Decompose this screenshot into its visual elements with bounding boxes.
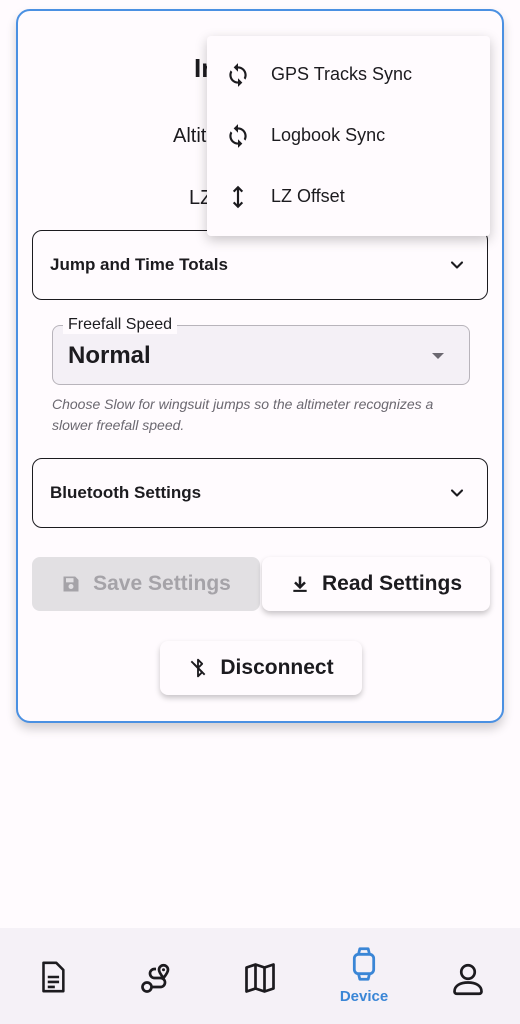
download-icon xyxy=(293,576,307,592)
bluetooth-disabled-icon xyxy=(191,658,206,678)
chevron-down-icon xyxy=(450,261,464,269)
nav-device[interactable]: Device xyxy=(312,928,416,1024)
disconnect-button[interactable]: Disconnect xyxy=(160,641,362,695)
nav-device-label: Device xyxy=(339,988,389,1005)
read-settings-label: Read Settings xyxy=(321,572,463,595)
jump-time-totals-label: Jump and Time Totals xyxy=(50,255,228,274)
altitude-text: Altit xyxy=(173,125,207,147)
chevron-down-icon xyxy=(450,489,464,497)
bottom-navigation: Device xyxy=(0,928,520,1024)
freefall-speed-value[interactable]: Normal xyxy=(68,342,151,370)
save-settings-button[interactable]: Save Settings xyxy=(32,557,260,611)
menu-item-lz-offset[interactable]: LZ Offset xyxy=(207,166,490,227)
read-settings-button[interactable]: Read Settings xyxy=(262,557,490,611)
watch-icon xyxy=(352,947,376,981)
logbook-icon xyxy=(42,961,65,993)
menu-item-label: LZ Offset xyxy=(271,186,345,206)
vertical-arrows-icon xyxy=(232,185,244,208)
menu-item-label: Logbook Sync xyxy=(271,125,386,145)
bluetooth-settings-label: Bluetooth Settings xyxy=(50,483,202,502)
save-icon xyxy=(63,576,79,592)
sync-icon xyxy=(229,123,247,148)
nav-profile[interactable] xyxy=(416,928,520,1024)
dropdown-arrow-icon[interactable] xyxy=(430,351,446,361)
freefall-speed-label: Freefall Speed xyxy=(63,316,178,334)
jump-time-totals-expander[interactable]: Jump and Time Totals xyxy=(32,230,488,300)
tracks-icon xyxy=(141,963,170,993)
menu-item-gps-tracks-sync[interactable]: GPS Tracks Sync xyxy=(207,44,490,105)
nav-map[interactable] xyxy=(208,928,312,1024)
menu-item-label: GPS Tracks Sync xyxy=(271,64,413,84)
nav-logbook[interactable] xyxy=(0,928,104,1024)
bluetooth-settings-expander[interactable]: Bluetooth Settings xyxy=(32,458,488,528)
map-icon xyxy=(245,963,275,993)
save-settings-label: Save Settings xyxy=(93,572,231,595)
sync-popup-menu: GPS Tracks Sync Logbook Sync LZ Offset xyxy=(207,36,490,236)
sync-icon xyxy=(229,62,247,87)
menu-item-logbook-sync[interactable]: Logbook Sync xyxy=(207,105,490,166)
profile-icon xyxy=(453,963,483,996)
disconnect-label: Disconnect xyxy=(220,656,334,679)
freefall-helper-text: Choose Slow for wingsuit jumps so the al… xyxy=(52,396,434,433)
nav-tracks[interactable] xyxy=(104,928,208,1024)
